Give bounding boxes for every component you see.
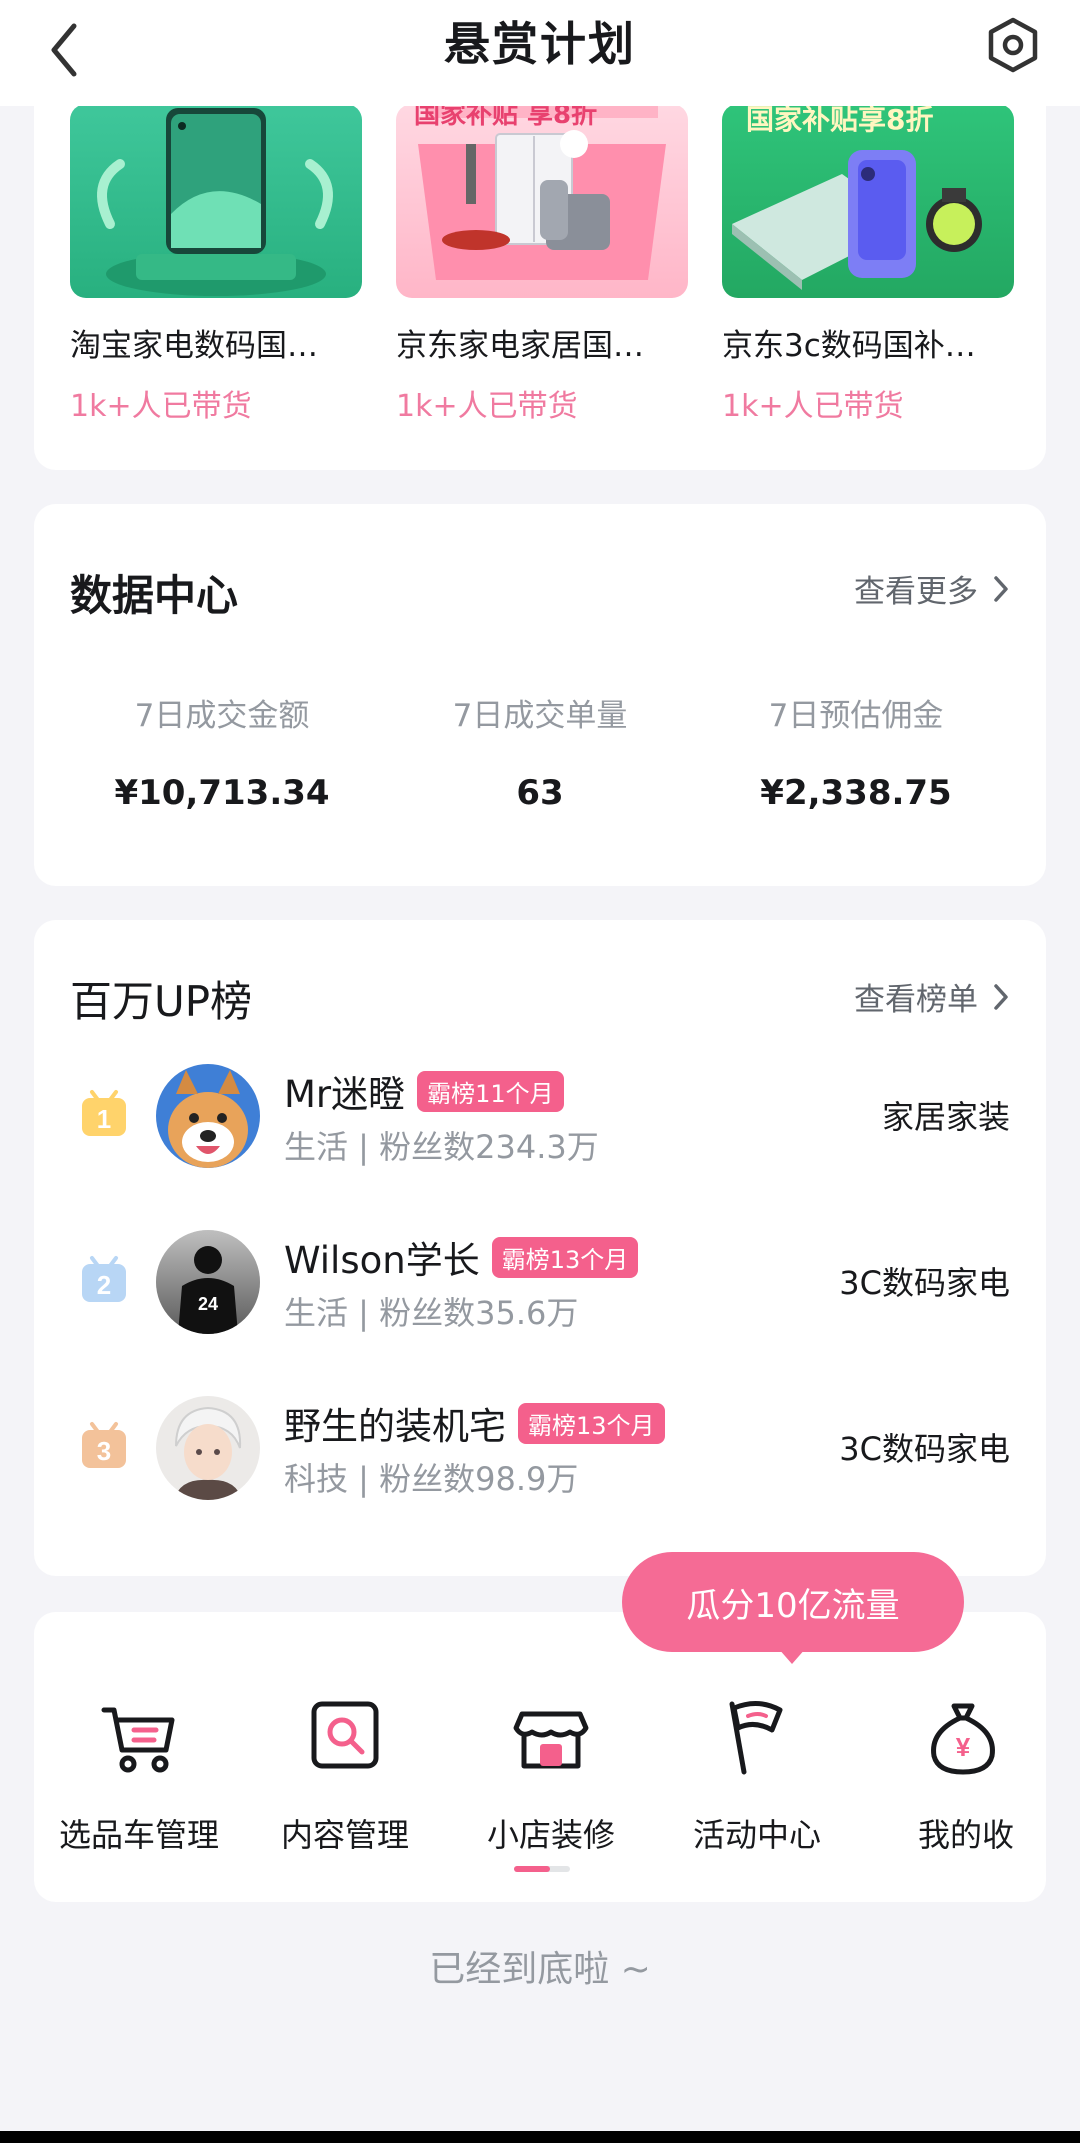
svg-text:24: 24	[198, 1294, 218, 1314]
stat-7d-commission[interactable]: 7日预估佣金 ¥2,338.75	[696, 690, 1016, 813]
chevron-right-icon	[994, 575, 1008, 602]
tools-card: 选品车管理 内容管理 小店装修 活动中心 ¥ 我的收	[34, 1612, 1046, 1902]
chevron-right-icon	[994, 983, 1008, 1010]
page-title: 悬赏计划	[444, 17, 636, 71]
tool-cart-management[interactable]: 选品车管理	[36, 1692, 242, 1856]
ranking-row[interactable]: 1 Mr迷瞪 霸榜11个月 生活 | 粉丝数234.3万 家居家装	[34, 1056, 1046, 1176]
avatar[interactable]	[156, 1064, 260, 1168]
product-name: 京东3c数码国补…	[722, 328, 976, 364]
product-image	[70, 104, 362, 298]
creator-name: Mr迷瞪	[284, 1073, 406, 1116]
search-box-icon	[311, 1701, 379, 1769]
product-name: 淘宝家电数码国…	[70, 328, 318, 364]
avatar[interactable]: 24	[156, 1230, 260, 1334]
stat-label: 7日成交金额	[134, 698, 310, 734]
stat-value: ¥10,713.34	[114, 773, 330, 813]
creator-category: 3C数码家电	[839, 1264, 1010, 1302]
rank-2-badge-icon: 2	[82, 1256, 126, 1302]
shop-icon	[513, 1711, 589, 1769]
product-sold-count: 1k+人已带货	[396, 389, 578, 424]
rank-3-badge-icon: 3	[82, 1422, 126, 1468]
product-sold-count: 1k+人已带货	[70, 389, 252, 424]
page-indicator-active	[514, 1866, 550, 1872]
view-ranking-link[interactable]: 查看榜单	[854, 974, 1010, 1019]
creator-name-line: Wilson学长 霸榜13个月	[284, 1230, 639, 1284]
money-bag-icon: ¥	[931, 1703, 995, 1775]
tool-label: 活动中心	[692, 1816, 821, 1854]
page-indicator	[514, 1866, 570, 1872]
ranking-duration-badge: 霸榜13个月	[491, 1236, 639, 1278]
creator-meta: 生活 | 粉丝数35.6万	[284, 1294, 579, 1332]
stat-label: 7日成交单量	[452, 698, 628, 734]
creator-name: 野生的装机宅	[284, 1405, 506, 1448]
stat-value: 63	[516, 773, 564, 813]
view-more-label: 查看更多	[854, 574, 978, 610]
reward-products-card: 淘宝家电数码国… 1k+人已带货 国家补贴 享8折 京东家电家居国… 1k+人已…	[34, 80, 1046, 470]
tool-shop-decoration[interactable]: 小店装修	[448, 1692, 654, 1856]
product-image: 国家补贴享8折	[722, 104, 1014, 298]
product-image: 国家补贴 享8折	[396, 104, 688, 298]
tool-label: 内容管理	[280, 1816, 409, 1854]
product-name: 京东家电家居国…	[396, 328, 644, 364]
product-card[interactable]: 国家补贴享8折 京东3c数码国补… 1k+人已带货	[722, 104, 1014, 425]
avatar[interactable]	[156, 1396, 260, 1500]
settings-icon	[988, 17, 1038, 73]
data-center-title: 数据中心	[70, 571, 239, 620]
product-card[interactable]: 淘宝家电数码国… 1k+人已带货	[70, 104, 362, 425]
view-more-link[interactable]: 查看更多	[854, 566, 1010, 611]
creator-meta: 生活 | 粉丝数234.3万	[284, 1128, 599, 1166]
tools-scroller[interactable]: 选品车管理 内容管理 小店装修 活动中心 ¥ 我的收	[34, 1612, 1026, 1902]
creator-name-line: 野生的装机宅 霸榜13个月	[284, 1396, 665, 1450]
promo-bubble-tail	[778, 1648, 806, 1664]
tool-label: 小店装修	[486, 1816, 615, 1854]
ranking-row[interactable]: 3 野生的装机宅 霸榜13个月 科技 | 粉丝数98.9万 3C数码家电	[34, 1388, 1046, 1508]
up-ranking-card: 百万UP榜 查看榜单 1 Mr迷瞪 霸榜11个月 生活 | 粉丝数234.3万 …	[34, 920, 1046, 1576]
product-card[interactable]: 国家补贴 享8折 京东家电家居国… 1k+人已带货	[396, 104, 688, 425]
creator-name-line: Mr迷瞪 霸榜11个月	[284, 1064, 564, 1118]
rank-number: 1	[97, 1104, 111, 1134]
tool-my-income[interactable]: ¥ 我的收	[860, 1692, 1026, 1856]
tool-label: 我的收	[918, 1816, 1015, 1854]
tool-label: 选品车管理	[58, 1816, 219, 1854]
ranking-row[interactable]: 2 24 Wilson学长 霸榜13个月 生活 | 粉丝数35.6万 3C数码家…	[34, 1222, 1046, 1342]
ranking-duration-badge: 霸榜13个月	[518, 1402, 665, 1444]
data-center-card: 数据中心 查看更多 7日成交金额 ¥10,713.34 7日成交单量 63 7日…	[34, 504, 1046, 886]
creator-meta: 科技 | 粉丝数98.9万	[284, 1460, 579, 1498]
stat-label: 7日预估佣金	[768, 698, 944, 734]
product-sold-count: 1k+人已带货	[722, 389, 904, 424]
system-navigation-bar	[0, 2131, 1080, 2143]
creator-category: 家居家装	[881, 1098, 1010, 1136]
creator-name: Wilson学长	[284, 1239, 480, 1282]
ranking-title: 百万UP榜	[70, 977, 253, 1026]
rank-number: 3	[97, 1436, 111, 1466]
stat-7d-orders[interactable]: 7日成交单量 63	[380, 690, 700, 813]
settings-button[interactable]	[982, 8, 1044, 78]
svg-text:¥: ¥	[956, 1732, 971, 1762]
flag-icon	[729, 1701, 783, 1775]
ranking-duration-badge: 霸榜11个月	[417, 1070, 564, 1112]
view-ranking-label: 查看榜单	[854, 982, 978, 1018]
rank-number: 2	[97, 1270, 111, 1300]
stat-value: ¥2,338.75	[760, 773, 952, 813]
product-banner-text: 国家补贴享8折	[746, 104, 934, 136]
tool-content-management[interactable]: 内容管理	[242, 1692, 448, 1856]
product-banner-text: 国家补贴 享8折	[414, 104, 598, 130]
end-of-list-text: 已经到底啦 ~	[429, 1949, 651, 1990]
promo-bubble[interactable]: 瓜分10亿流量	[622, 1552, 964, 1652]
stat-7d-gmv[interactable]: 7日成交金额 ¥10,713.34	[62, 690, 382, 813]
creator-category: 3C数码家电	[839, 1430, 1010, 1468]
top-nav-bar: 悬赏计划	[0, 0, 1080, 106]
rank-1-badge-icon: 1	[82, 1090, 126, 1136]
cart-icon	[101, 1707, 175, 1773]
tool-activity-center[interactable]: 活动中心	[654, 1692, 860, 1856]
